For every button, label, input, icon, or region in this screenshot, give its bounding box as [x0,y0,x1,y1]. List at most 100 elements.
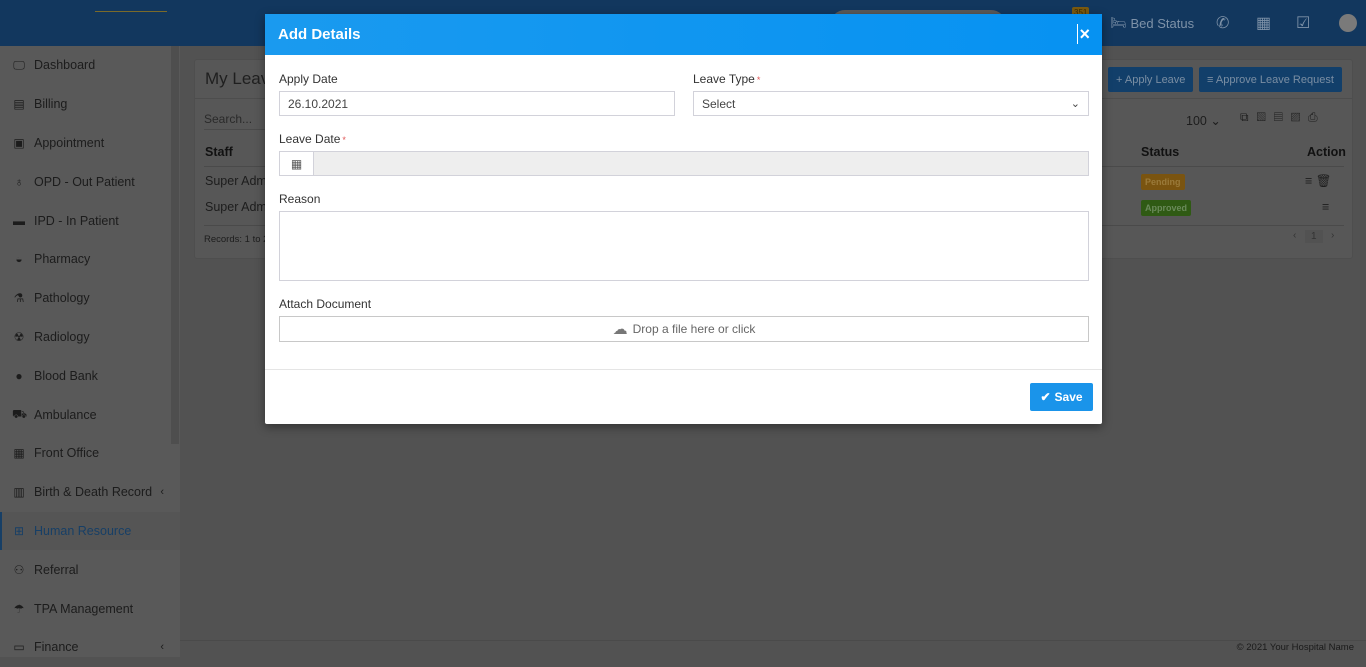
sidebar-item-label: Ambulance [34,408,97,422]
leave-type-label: Leave Type* [693,72,760,86]
add-details-modal: Add Details × Apply Date 26.10.2021 Leav… [265,14,1102,424]
apply-date-label: Apply Date [279,72,338,86]
page-size-select[interactable]: 100 ⌄ [1186,113,1221,128]
sidebar-item-label: Finance [34,640,78,654]
calendar-icon[interactable]: ▦ [279,151,314,176]
sidebar-icon: ⊞ [12,524,26,538]
prev-page[interactable]: ‹ [1293,230,1296,241]
sidebar-item-front-office[interactable]: ▦ Front Office [0,434,180,473]
sidebar-item-label: Billing [34,97,67,111]
sidebar-item-label: TPA Management [34,602,133,616]
sidebar-item-referral[interactable]: ⚇ Referral [0,550,180,589]
bed-status-link[interactable]: 🛏 Bed Status [1110,15,1194,31]
sidebar-icon: ▥ [12,485,26,499]
sidebar-item-radiology[interactable]: ☢ Radiology [0,318,180,357]
sidebar-item-label: Dashboard [34,58,95,72]
sidebar-item-tpa-management[interactable]: ☂ TPA Management [0,589,180,628]
menu-icon[interactable]: ≡ [1322,200,1329,214]
sidebar-item-label: Radiology [34,330,90,344]
column-action: Action [1307,145,1346,159]
sidebar-item-blood-bank[interactable]: ● Blood Bank [0,356,180,395]
leave-type-select[interactable]: Select⌄ [693,91,1089,116]
sidebar-item-appointment[interactable]: ▣ Appointment [0,124,180,163]
user-avatar[interactable] [1339,14,1357,32]
leave-date-label: Leave Date* [279,132,346,146]
sidebar-item-label: IPD - In Patient [34,214,119,228]
table-search-input[interactable]: Search... [204,112,252,126]
sidebar-item-pathology[interactable]: ⚗ Pathology [0,279,180,318]
chevron-down-icon: ⌄ [1071,97,1080,110]
sidebar-icon: ☂ [12,602,26,616]
export-icons[interactable]: ⧉▧▤▨⎙ [1240,110,1326,125]
sidebar-icon: ◒ [12,252,26,266]
sidebar-icon: ▬ [12,214,26,228]
sidebar-item-pharmacy[interactable]: ◒ Pharmacy [0,240,180,279]
status-badge-pending: Pending [1141,174,1185,190]
trash-icon[interactable]: 🗑 [1316,174,1332,188]
sidebar-icon: ♁ [12,175,26,189]
reason-textarea[interactable] [279,211,1089,281]
sidebar-icon: ▤ [12,97,26,111]
sidebar-item-label: Pathology [34,291,90,305]
footer-copyright: © 2021 Your Hospital Name [1237,642,1354,653]
attach-document-label: Attach Document [279,297,371,311]
task-check-icon[interactable]: ☑ [1296,13,1310,33]
apply-date-input[interactable]: 26.10.2021 [279,91,675,116]
sidebar-item-label: Human Resource [34,524,131,538]
modal-title: Add Details [278,26,361,43]
sidebar-icon: ⛟ [12,407,26,423]
sidebar-item-ipd-in-patient[interactable]: ▬ IPD - In Patient [0,201,180,240]
sidebar-scrollbar[interactable] [171,46,179,444]
approve-leave-request-button[interactable]: ≡ Approve Leave Request [1199,67,1342,92]
cloud-upload-icon: ☁ [613,320,628,338]
sidebar-item-label: Blood Bank [34,369,98,383]
row-staff: Super Adm [205,200,267,214]
sidebar-item-birth-death-record[interactable]: ▥ Birth & Death Record ‹ [0,473,180,512]
menu-icon[interactable]: ≡ [1305,174,1312,188]
sidebar-icon: ▣ [12,136,26,150]
whatsapp-icon[interactable]: ✆ [1216,13,1229,33]
row-actions[interactable]: ≡ 🗑 [1305,174,1332,189]
sidebar-item-dashboard[interactable]: 🖵 Dashboard [0,46,180,85]
save-button[interactable]: ✔Save [1030,383,1093,411]
sidebar-item-label: Appointment [34,136,104,150]
sidebar-icon: ● [12,369,26,383]
sidebar-item-label: OPD - Out Patient [34,175,135,189]
sidebar-item-label: Birth & Death Record [34,485,152,499]
sidebar-icon: ▭ [12,640,26,654]
bed-status-label: Bed Status [1131,16,1195,31]
sidebar-item-label: Referral [34,563,78,577]
sidebar-icon: ⚇ [12,563,26,577]
close-button[interactable]: × [1077,24,1090,44]
bed-icon: 🛏 [1110,15,1127,31]
chevron-left-icon: ‹ [160,486,164,498]
sidebar-item-billing[interactable]: ▤ Billing [0,85,180,124]
modal-header: Add Details × [265,14,1102,55]
sidebar-icon: ▦ [12,446,26,460]
row-staff: Super Adm [205,174,267,188]
calendar-icon[interactable]: ▦ [1256,13,1271,33]
page-1[interactable]: 1 [1305,230,1323,243]
sidebar-item-label: Front Office [34,446,99,460]
sidebar-item-human-resource[interactable]: ⊞ Human Resource [0,512,180,551]
sidebar: 🖵 Dashboard ▤ Billing ▣ Appointment ♁ OPD - Out… [0,46,180,657]
file-dropzone[interactable]: ☁Drop a file here or click [279,316,1089,342]
sidebar-icon: ⚗ [12,291,26,305]
reason-label: Reason [279,192,320,206]
leave-date-input[interactable] [313,151,1089,176]
sidebar-item-finance[interactable]: ▭ Finance ‹ [0,628,180,667]
check-circle-icon: ✔ [1040,390,1050,404]
sidebar-item-ambulance[interactable]: ⛟ Ambulance [0,395,180,434]
sidebar-item-opd-out-patient[interactable]: ♁ OPD - Out Patient [0,162,180,201]
column-staff[interactable]: Staff [205,145,233,159]
chevron-left-icon: ‹ [160,641,164,653]
logo [95,11,167,12]
next-page[interactable]: › [1331,230,1334,241]
sidebar-icon: 🖵 [12,58,26,73]
apply-leave-button[interactable]: + Apply Leave [1108,67,1193,92]
column-status[interactable]: Status [1141,145,1179,159]
sidebar-item-label: Pharmacy [34,252,90,266]
status-badge-approved: Approved [1141,200,1191,216]
sidebar-icon: ☢ [12,330,26,344]
records-info: Records: 1 to 2 [204,234,268,245]
